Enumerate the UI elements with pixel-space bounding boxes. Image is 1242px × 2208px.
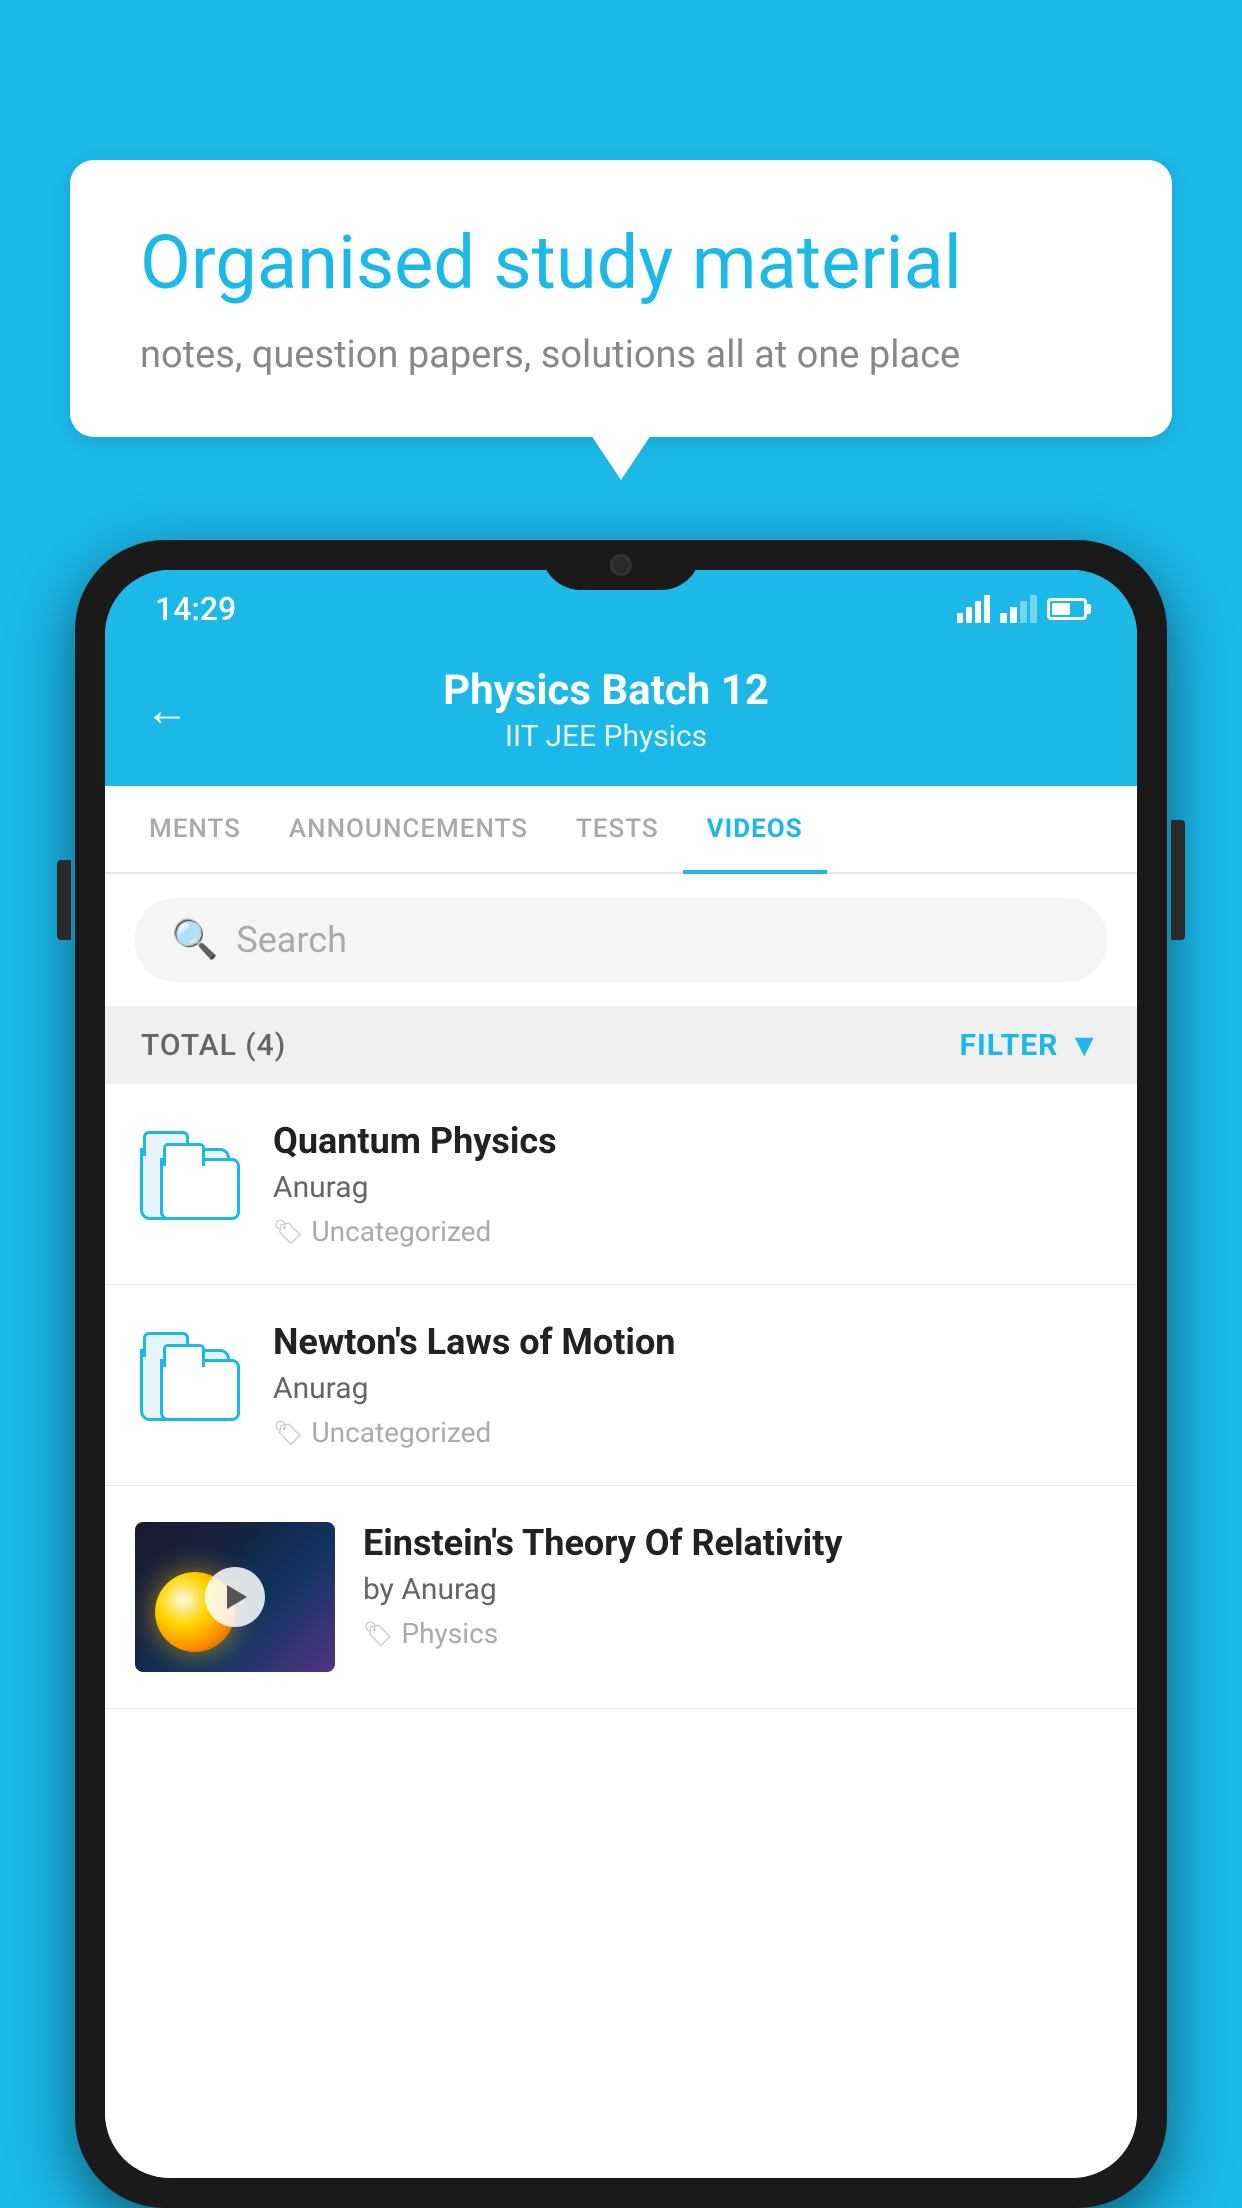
bubble-title: Organised study material: [140, 220, 1102, 309]
video-author-1: Anurag: [273, 1170, 1107, 1205]
tag-icon-3: 🏷: [363, 1620, 393, 1648]
tab-videos[interactable]: VIDEOS: [683, 786, 827, 872]
video-category-3: Physics: [401, 1617, 498, 1650]
video-info-3: Einstein's Theory Of Relativity by Anura…: [363, 1522, 1107, 1650]
camera-dot: [610, 554, 632, 576]
folder-icon-2: [135, 1321, 245, 1431]
video-author-3: by Anurag: [363, 1572, 1107, 1607]
video-category-2: Uncategorized: [311, 1416, 491, 1449]
battery-icon: [1047, 598, 1087, 620]
video-category-1: Uncategorized: [311, 1215, 491, 1248]
video-info-1: Quantum Physics Anurag 🏷 Uncategorized: [273, 1120, 1107, 1248]
phone-notch: [541, 540, 701, 590]
tab-ments[interactable]: MENTS: [125, 786, 265, 872]
header-title: Physics Batch 12: [219, 666, 993, 715]
signal-bars-icon: [1000, 595, 1037, 623]
phone-outer: 14:29: [75, 540, 1167, 2208]
tab-announcements[interactable]: ANNOUNCEMENTS: [265, 786, 552, 872]
video-title-1: Quantum Physics: [273, 1120, 1107, 1162]
video-tag-2: 🏷 Uncategorized: [273, 1416, 1107, 1449]
play-button-icon[interactable]: [205, 1567, 265, 1627]
status-icons: [957, 595, 1087, 623]
background: Organised study material notes, question…: [0, 0, 1242, 2208]
bubble-tail: [591, 435, 651, 480]
folder-icon-1: [135, 1120, 245, 1230]
filter-bar: TOTAL (4) FILTER ▼: [105, 1006, 1137, 1084]
phone-wrapper: 14:29: [75, 540, 1167, 2208]
speech-bubble: Organised study material notes, question…: [70, 160, 1172, 437]
tab-tests[interactable]: TESTS: [552, 786, 683, 872]
tag-icon-1: 🏷: [273, 1218, 303, 1246]
filter-funnel-icon: ▼: [1068, 1026, 1101, 1064]
tabs-bar: MENTS ANNOUNCEMENTS TESTS VIDEOS: [105, 786, 1137, 874]
wifi-icon: [957, 595, 990, 623]
total-count: TOTAL (4): [141, 1028, 286, 1063]
list-item[interactable]: Newton's Laws of Motion Anurag 🏷 Uncateg…: [105, 1285, 1137, 1486]
video-thumbnail-3: [135, 1522, 335, 1672]
search-box[interactable]: 🔍 Search: [135, 898, 1107, 982]
filter-button[interactable]: FILTER ▼: [960, 1026, 1102, 1064]
status-time: 14:29: [155, 590, 236, 628]
video-title-2: Newton's Laws of Motion: [273, 1321, 1107, 1363]
list-item[interactable]: Einstein's Theory Of Relativity by Anura…: [105, 1486, 1137, 1709]
search-placeholder: Search: [236, 919, 347, 961]
app-header: ← Physics Batch 12 IIT JEE Physics: [105, 638, 1137, 786]
phone-screen: 14:29: [105, 570, 1137, 2178]
search-container: 🔍 Search: [105, 874, 1137, 1006]
filter-label: FILTER: [960, 1028, 1059, 1063]
video-tag-1: 🏷 Uncategorized: [273, 1215, 1107, 1248]
tag-icon-2: 🏷: [273, 1419, 303, 1447]
video-list: Quantum Physics Anurag 🏷 Uncategorized: [105, 1084, 1137, 2178]
search-icon: 🔍: [171, 918, 218, 962]
video-info-2: Newton's Laws of Motion Anurag 🏷 Uncateg…: [273, 1321, 1107, 1449]
bubble-subtitle: notes, question papers, solutions all at…: [140, 333, 1102, 377]
play-triangle: [227, 1585, 247, 1609]
back-button[interactable]: ←: [145, 684, 189, 736]
video-tag-3: 🏷 Physics: [363, 1617, 1107, 1650]
speech-bubble-wrapper: Organised study material notes, question…: [70, 160, 1172, 480]
video-title-3: Einstein's Theory Of Relativity: [363, 1522, 1107, 1564]
video-author-2: Anurag: [273, 1371, 1107, 1406]
list-item[interactable]: Quantum Physics Anurag 🏷 Uncategorized: [105, 1084, 1137, 1285]
header-title-group: Physics Batch 12 IIT JEE Physics: [219, 666, 993, 754]
header-subtitle: IIT JEE Physics: [219, 719, 993, 754]
